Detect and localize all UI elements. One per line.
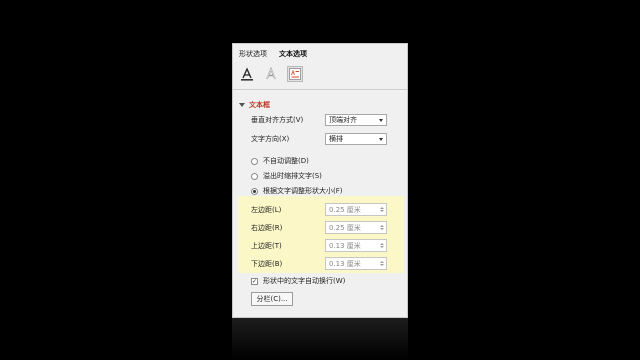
spinner-arrows-icon[interactable]	[380, 207, 384, 212]
spinner-arrows-icon[interactable]	[380, 261, 384, 266]
vertical-align-select[interactable]: 顶端对齐	[325, 114, 387, 126]
spinner-arrows-icon[interactable]	[380, 225, 384, 230]
section-title: 文本框	[249, 101, 270, 109]
text-direction-label: 文字方向(X)	[251, 135, 290, 143]
format-shape-pane: 形状选项 文本选项 文本框 垂直对齐方式(V) 顶端对齐 文字方向(X) 横排 …	[232, 43, 408, 318]
chevron-down-icon	[379, 137, 383, 141]
vertical-align-value: 顶端对齐	[329, 116, 357, 124]
radio-label: 根据文字调整形状大小(F)	[263, 187, 343, 195]
bottom-margin-input[interactable]: 0.13 厘米	[325, 257, 387, 270]
text-direction-select[interactable]: 横排	[325, 133, 387, 145]
collapse-triangle-icon	[239, 103, 245, 107]
radio-label: 不自动调整(D)	[263, 157, 309, 165]
wrap-text-checkbox[interactable]: ✓	[251, 277, 258, 285]
wrap-text-option[interactable]: ✓ 形状中的文字自动换行(W)	[251, 276, 345, 286]
top-margin-label: 上边距(T)	[251, 241, 282, 250]
radio-label: 溢出时缩排文字(S)	[263, 172, 322, 180]
text-effects-icon[interactable]	[263, 66, 279, 82]
left-margin-value: 0.25 厘米	[329, 205, 361, 214]
left-margin-label: 左边距(L)	[251, 205, 282, 214]
radio-no-autofit[interactable]: 不自动调整(D)	[251, 156, 309, 166]
left-margin-row: 左边距(L) 0.25 厘米	[251, 203, 387, 216]
right-margin-label: 右边距(R)	[251, 223, 283, 232]
right-margin-row: 右边距(R) 0.25 厘米	[251, 221, 387, 234]
text-fill-outline-icon[interactable]	[239, 66, 255, 82]
text-option-icons	[239, 66, 303, 82]
text-direction-value: 横排	[329, 135, 343, 143]
spinner-arrows-icon[interactable]	[380, 243, 384, 248]
wrap-text-label: 形状中的文字自动换行(W)	[263, 277, 346, 285]
tab-shape-options[interactable]: 形状选项	[239, 49, 267, 59]
bottom-margin-label: 下边距(B)	[251, 259, 283, 268]
bottom-margin-row: 下边距(B) 0.13 厘米	[251, 257, 387, 270]
top-margin-row: 上边距(T) 0.13 厘米	[251, 239, 387, 252]
textbox-layout-icon[interactable]	[287, 66, 303, 82]
section-header-textbox[interactable]: 文本框	[239, 100, 270, 110]
right-margin-input[interactable]: 0.25 厘米	[325, 221, 387, 234]
text-direction-row: 文字方向(X) 横排	[251, 133, 387, 145]
chevron-down-icon	[379, 118, 383, 122]
option-tabs: 形状选项 文本选项	[239, 49, 307, 59]
radio-resize-shape[interactable]: 根据文字调整形状大小(F)	[251, 186, 343, 196]
columns-button-label: 分栏(C)...	[256, 295, 288, 303]
columns-button[interactable]: 分栏(C)...	[251, 292, 293, 306]
radio-circle[interactable]	[251, 172, 258, 180]
radio-circle-selected[interactable]	[251, 187, 258, 195]
right-margin-value: 0.25 厘米	[329, 223, 361, 232]
radio-circle[interactable]	[251, 157, 258, 165]
left-margin-input[interactable]: 0.25 厘米	[325, 203, 387, 216]
vertical-align-label: 垂直对齐方式(V)	[251, 116, 304, 124]
bottom-margin-value: 0.13 厘米	[329, 259, 361, 268]
top-margin-input[interactable]: 0.13 厘米	[325, 239, 387, 252]
radio-shrink-on-overflow[interactable]: 溢出时缩排文字(S)	[251, 171, 322, 181]
top-margin-value: 0.13 厘米	[329, 241, 361, 250]
vertical-align-row: 垂直对齐方式(V) 顶端对齐	[251, 114, 387, 126]
panel-reflection	[232, 318, 408, 360]
tab-text-options[interactable]: 文本选项	[279, 49, 307, 59]
divider	[233, 89, 407, 90]
